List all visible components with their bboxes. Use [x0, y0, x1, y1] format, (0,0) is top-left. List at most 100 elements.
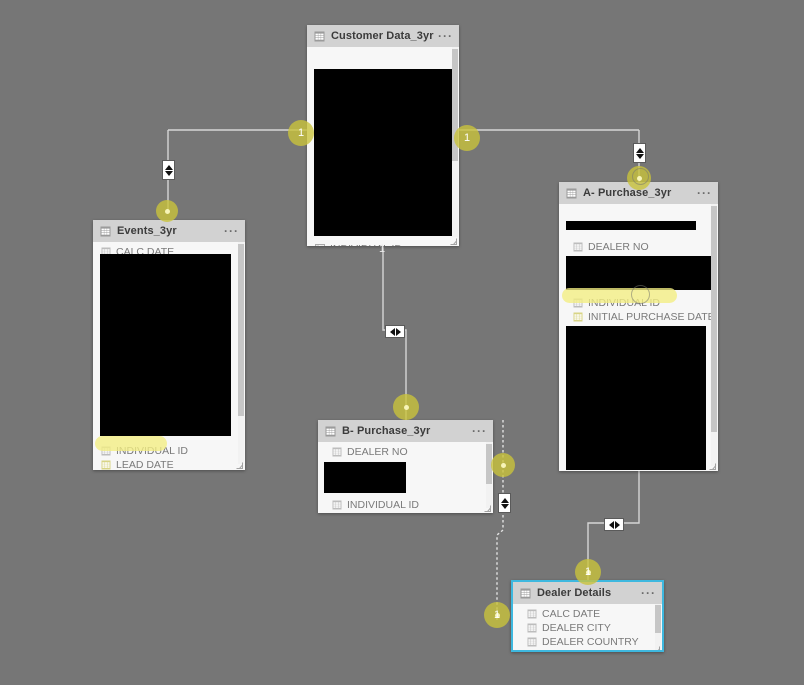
relationship-line-b-purchase-to-dealer-inactive: [496, 420, 504, 620]
field-label: DEALER COUNTRY NAME: [542, 650, 664, 652]
field-label: INDIVIDUAL ID: [347, 499, 419, 511]
vertical-scrollbar-track[interactable]: [711, 204, 717, 466]
table-card-customer-data[interactable]: Customer Data_3yr ··· INDIVIDUAL ID: [307, 25, 459, 246]
arrow-down-icon: [164, 170, 173, 176]
annotation-marker-events-title: [156, 200, 178, 222]
resize-grip-icon[interactable]: [709, 463, 716, 470]
table-title-label: Dealer Details: [537, 587, 612, 599]
table-field-icon: [573, 298, 583, 308]
table-menu-button[interactable]: ···: [224, 225, 239, 237]
field-label: DEALER CITY: [542, 622, 611, 634]
table-icon: [566, 188, 577, 198]
vertical-scrollbar-thumb[interactable]: [711, 206, 717, 432]
table-icon: [520, 588, 531, 598]
cardinality-badge-customer-a-purchase: 1: [464, 132, 471, 144]
field-label: INDIVIDUAL ID: [116, 445, 188, 457]
field-individual-id[interactable]: INDIVIDUAL ID: [324, 498, 419, 512]
marker-dot: [500, 462, 506, 468]
table-field-icon: [573, 242, 583, 252]
cross-filter-both-customer-events[interactable]: [162, 160, 175, 180]
vertical-scrollbar-thumb[interactable]: [655, 605, 661, 633]
arrow-left-icon: [608, 520, 614, 529]
annotation-marker-b-purchase-right: [491, 453, 515, 477]
arrow-down-icon: [500, 503, 509, 509]
field-label: INDIVIDUAL ID: [588, 297, 660, 309]
redacted-fields-block: [100, 254, 231, 436]
field-dealer-country[interactable]: DEALER COUNTRY: [519, 635, 639, 649]
vertical-scrollbar-track[interactable]: [655, 604, 661, 650]
marker-dot: [403, 404, 409, 410]
table-field-icon: [527, 609, 537, 619]
arrow-up-icon: [500, 497, 509, 503]
cardinality-badge-b-purchase-dealer: 1: [494, 609, 501, 621]
field-label: INITIAL PURCHASE DATE: [588, 311, 715, 323]
field-dealer-no[interactable]: DEALER NO: [565, 240, 649, 254]
vertical-scrollbar-track[interactable]: [486, 442, 492, 508]
cross-filter-both-a-purchase-dealer[interactable]: [604, 518, 624, 531]
arrow-right-icon: [395, 327, 401, 336]
vertical-scrollbar-track[interactable]: [238, 242, 244, 464]
cross-filter-both-customer-b-purchase[interactable]: [385, 325, 405, 338]
resize-grip-icon[interactable]: [236, 462, 243, 469]
table-menu-button[interactable]: ···: [697, 187, 712, 199]
table-field-icon: [527, 651, 537, 652]
arrow-right-icon: [614, 520, 620, 529]
field-list-dealer-details[interactable]: CALC DATE DEALER CITY DEALER COUNTRY: [513, 604, 664, 652]
vertical-scrollbar-thumb[interactable]: [238, 244, 244, 416]
arrow-down-icon: [635, 153, 644, 159]
arrow-left-icon: [389, 327, 395, 336]
field-list-b-purchase[interactable]: DEALER NO INDIVIDUAL ID: [318, 442, 493, 513]
table-header-events[interactable]: Events_3yr ···: [93, 220, 245, 242]
table-card-dealer-details[interactable]: Dealer Details ··· CALC DATE DEALER CITY…: [511, 580, 664, 652]
table-field-icon: [527, 623, 537, 633]
table-icon: [325, 426, 336, 436]
field-label: DEALER NO: [588, 241, 649, 253]
field-lead-date[interactable]: LEAD DATE: [93, 458, 174, 470]
resize-grip-icon[interactable]: [653, 646, 660, 650]
cardinality-badge-a-purchase-dealer: 1: [585, 566, 592, 578]
field-list-events[interactable]: CALC DATE INDIVIDUAL ID LEAD DATE: [93, 242, 245, 470]
redacted-field-row: [566, 221, 696, 230]
model-diagram-canvas[interactable]: Customer Data_3yr ··· INDIVIDUAL ID: [0, 0, 804, 685]
table-card-events[interactable]: Events_3yr ··· CALC DATE INDIVIDUAL ID L…: [93, 220, 245, 470]
field-initial-purchase-date[interactable]: INITIAL PURCHASE DATE: [565, 310, 715, 324]
field-label: DEALER COUNTRY: [542, 636, 639, 648]
field-list-a-purchase[interactable]: DEALER NO INDIVIDUAL ID INITIAL PURCHASE…: [559, 204, 718, 471]
table-header-dealer-details[interactable]: Dealer Details ···: [513, 582, 662, 604]
cross-filter-both-customer-a-purchase[interactable]: [633, 143, 646, 163]
table-menu-button[interactable]: ···: [438, 30, 453, 42]
cursor-ring-initial-purchase-date: [631, 285, 650, 304]
field-label: LEAD DATE: [116, 459, 174, 470]
table-card-b-purchase[interactable]: B- Purchase_3yr ··· DEALER NO INDIVIDUAL…: [318, 420, 493, 513]
field-dealer-country-name[interactable]: DEALER COUNTRY NAME: [519, 649, 664, 652]
field-dealer-no[interactable]: DEALER NO: [324, 445, 408, 459]
table-menu-button[interactable]: ···: [641, 587, 656, 599]
resize-grip-icon[interactable]: [450, 238, 457, 245]
arrow-up-icon: [164, 164, 173, 170]
field-list-customer-data[interactable]: INDIVIDUAL ID: [307, 47, 459, 246]
redacted-fields-block: [314, 69, 452, 236]
table-icon: [100, 226, 111, 236]
marker-dot: [164, 208, 170, 214]
field-individual-id[interactable]: INDIVIDUAL ID: [307, 242, 402, 246]
cardinality-badge-customer-events: 1: [298, 127, 305, 139]
field-individual-id[interactable]: INDIVIDUAL ID: [93, 444, 188, 458]
resize-grip-icon[interactable]: [484, 505, 491, 512]
table-title-label: Customer Data_3yr: [331, 30, 434, 42]
cross-filter-both-b-purchase-dealer[interactable]: [498, 493, 511, 513]
table-menu-button[interactable]: ···: [472, 425, 487, 437]
column-icon: [315, 244, 325, 246]
cardinality-badge-customer-b-purchase: 1: [379, 243, 386, 255]
table-field-icon: [332, 500, 342, 510]
redacted-fields-block: [566, 326, 706, 470]
table-title-label: Events_3yr: [117, 225, 177, 237]
table-icon: [314, 31, 325, 41]
table-card-a-purchase[interactable]: A- Purchase_3yr ··· DEALER NO INDIVIDUAL…: [559, 182, 718, 471]
field-calc-date[interactable]: CALC DATE: [519, 607, 600, 621]
table-header-customer-data[interactable]: Customer Data_3yr ···: [307, 25, 459, 47]
table-field-icon: [527, 637, 537, 647]
field-dealer-city[interactable]: DEALER CITY: [519, 621, 611, 635]
table-header-b-purchase[interactable]: B- Purchase_3yr ···: [318, 420, 493, 442]
table-field-icon: [101, 446, 111, 456]
table-field-icon: [573, 312, 583, 322]
